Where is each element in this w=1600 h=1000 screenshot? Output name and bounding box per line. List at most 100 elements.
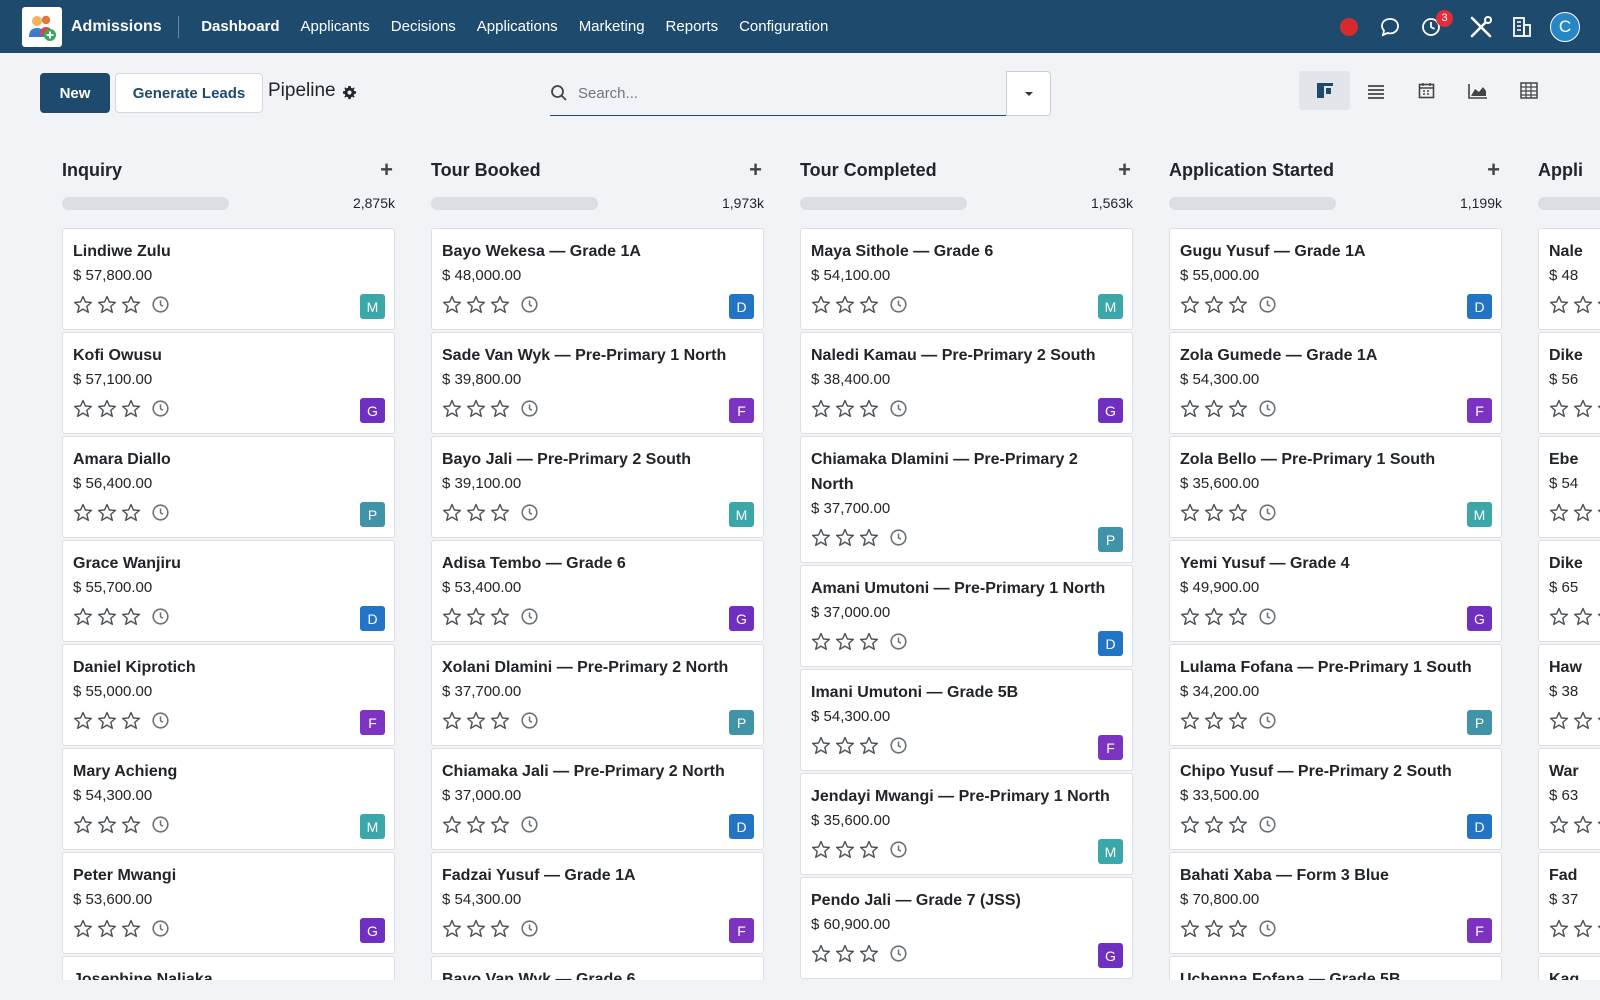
star-icon[interactable]: [835, 736, 855, 760]
kanban-card[interactable]: Lulama Fofana — Pre-Primary 1 South $ 34,…: [1169, 644, 1502, 746]
activity-clock-icon[interactable]: [889, 632, 908, 656]
kanban-card[interactable]: Bayo Wekesa — Grade 1A $ 48,000.00 D: [431, 228, 764, 330]
assignee-avatar[interactable]: G: [360, 398, 385, 423]
kanban-card[interactable]: Adisa Tembo — Grade 6 $ 53,400.00 G: [431, 540, 764, 642]
menu-reports[interactable]: Reports: [655, 18, 729, 35]
activity-clock-icon[interactable]: [151, 295, 170, 319]
progress-bar[interactable]: [1169, 196, 1336, 210]
star-icon[interactable]: [1549, 295, 1569, 319]
assignee-avatar[interactable]: P: [360, 502, 385, 527]
activity-clock-icon[interactable]: [889, 944, 908, 968]
star-icon[interactable]: [1573, 503, 1593, 527]
star-icon[interactable]: [442, 295, 462, 319]
assignee-avatar[interactable]: M: [360, 294, 385, 319]
activity-clock-icon[interactable]: [520, 815, 539, 839]
column-title[interactable]: Tour Booked: [431, 160, 541, 181]
column-title[interactable]: Inquiry: [62, 160, 122, 181]
progress-bar[interactable]: [62, 196, 229, 210]
kanban-card[interactable]: Lindiwe Zulu $ 57,800.00 M: [62, 228, 395, 330]
activity-clock-icon[interactable]: [889, 840, 908, 864]
star-icon[interactable]: [811, 736, 831, 760]
kanban-card[interactable]: Dike $ 65: [1538, 540, 1600, 642]
assignee-avatar[interactable]: M: [1467, 502, 1492, 527]
star-icon[interactable]: [466, 399, 486, 423]
star-icon[interactable]: [442, 607, 462, 631]
kanban-card[interactable]: War $ 63: [1538, 748, 1600, 850]
star-icon[interactable]: [1228, 399, 1248, 423]
assignee-avatar[interactable]: F: [729, 918, 754, 943]
star-icon[interactable]: [859, 399, 879, 423]
kanban-card[interactable]: Daniel Kiprotich $ 55,000.00 F: [62, 644, 395, 746]
star-icon[interactable]: [1204, 919, 1224, 943]
kanban-card[interactable]: Nale $ 48: [1538, 228, 1600, 330]
star-icon[interactable]: [811, 632, 831, 656]
activities-button[interactable]: 3: [1417, 9, 1453, 41]
activity-clock-icon[interactable]: [520, 295, 539, 319]
star-icon[interactable]: [442, 919, 462, 943]
star-icon[interactable]: [490, 919, 510, 943]
star-icon[interactable]: [121, 711, 141, 735]
star-icon[interactable]: [466, 815, 486, 839]
star-icon[interactable]: [1180, 711, 1200, 735]
assignee-avatar[interactable]: F: [1467, 398, 1492, 423]
activity-clock-icon[interactable]: [1258, 815, 1277, 839]
star-icon[interactable]: [121, 399, 141, 423]
activity-clock-icon[interactable]: [1258, 503, 1277, 527]
star-icon[interactable]: [121, 607, 141, 631]
menu-applications[interactable]: Applications: [466, 18, 568, 35]
assignee-avatar[interactable]: G: [729, 606, 754, 631]
star-icon[interactable]: [1204, 295, 1224, 319]
progress-bar[interactable]: [431, 196, 598, 210]
assignee-avatar[interactable]: D: [729, 294, 754, 319]
kanban-card[interactable]: Pendo Jali — Grade 7 (JSS) $ 60,900.00 G: [800, 877, 1133, 979]
star-icon[interactable]: [442, 711, 462, 735]
star-icon[interactable]: [1573, 399, 1593, 423]
kanban-card[interactable]: Naledi Kamau — Pre-Primary 2 South $ 38,4…: [800, 332, 1133, 434]
company-switcher[interactable]: [1508, 13, 1536, 41]
star-icon[interactable]: [490, 711, 510, 735]
activity-clock-icon[interactable]: [1258, 607, 1277, 631]
activity-clock-icon[interactable]: [520, 503, 539, 527]
menu-decisions[interactable]: Decisions: [380, 18, 466, 35]
kanban-card[interactable]: Uchenna Fofana — Grade 5B: [1169, 956, 1502, 980]
star-icon[interactable]: [121, 919, 141, 943]
star-icon[interactable]: [1228, 295, 1248, 319]
kanban-card[interactable]: Maya Sithole — Grade 6 $ 54,100.00 M: [800, 228, 1133, 330]
kanban-card[interactable]: Fadzai Yusuf — Grade 1A $ 54,300.00 F: [431, 852, 764, 954]
star-icon[interactable]: [835, 632, 855, 656]
star-icon[interactable]: [1549, 919, 1569, 943]
star-icon[interactable]: [1573, 815, 1593, 839]
star-icon[interactable]: [490, 295, 510, 319]
kanban-card[interactable]: Mary Achieng $ 54,300.00 M: [62, 748, 395, 850]
star-icon[interactable]: [97, 607, 117, 631]
star-icon[interactable]: [466, 711, 486, 735]
kanban-card[interactable]: Dike $ 56: [1538, 332, 1600, 434]
star-icon[interactable]: [1228, 503, 1248, 527]
assignee-avatar[interactable]: G: [1467, 606, 1492, 631]
star-icon[interactable]: [1573, 919, 1593, 943]
star-icon[interactable]: [1180, 295, 1200, 319]
star-icon[interactable]: [1549, 607, 1569, 631]
pivot-view-button[interactable]: [1503, 71, 1554, 110]
star-icon[interactable]: [73, 815, 93, 839]
assignee-avatar[interactable]: P: [729, 710, 754, 735]
app-name[interactable]: Admissions: [71, 15, 179, 38]
assignee-avatar[interactable]: F: [729, 398, 754, 423]
star-icon[interactable]: [1228, 919, 1248, 943]
assignee-avatar[interactable]: D: [360, 606, 385, 631]
gear-icon[interactable]: [342, 85, 357, 100]
assignee-avatar[interactable]: G: [360, 918, 385, 943]
star-icon[interactable]: [859, 840, 879, 864]
star-icon[interactable]: [73, 295, 93, 319]
star-icon[interactable]: [73, 919, 93, 943]
assignee-avatar[interactable]: M: [1098, 294, 1123, 319]
kanban-card[interactable]: Amani Umutoni — Pre-Primary 1 North $ 37,…: [800, 565, 1133, 667]
messages-button[interactable]: [1376, 13, 1404, 41]
assignee-avatar[interactable]: D: [1098, 631, 1123, 656]
kanban-card[interactable]: Grace Wanjiru $ 55,700.00 D: [62, 540, 395, 642]
kanban-card[interactable]: Bayo Jali — Pre-Primary 2 South $ 39,100.…: [431, 436, 764, 538]
kanban-card[interactable]: Jendayi Mwangi — Pre-Primary 1 North $ 35…: [800, 773, 1133, 875]
activity-clock-icon[interactable]: [520, 711, 539, 735]
star-icon[interactable]: [1204, 607, 1224, 631]
new-button[interactable]: New: [40, 73, 110, 113]
